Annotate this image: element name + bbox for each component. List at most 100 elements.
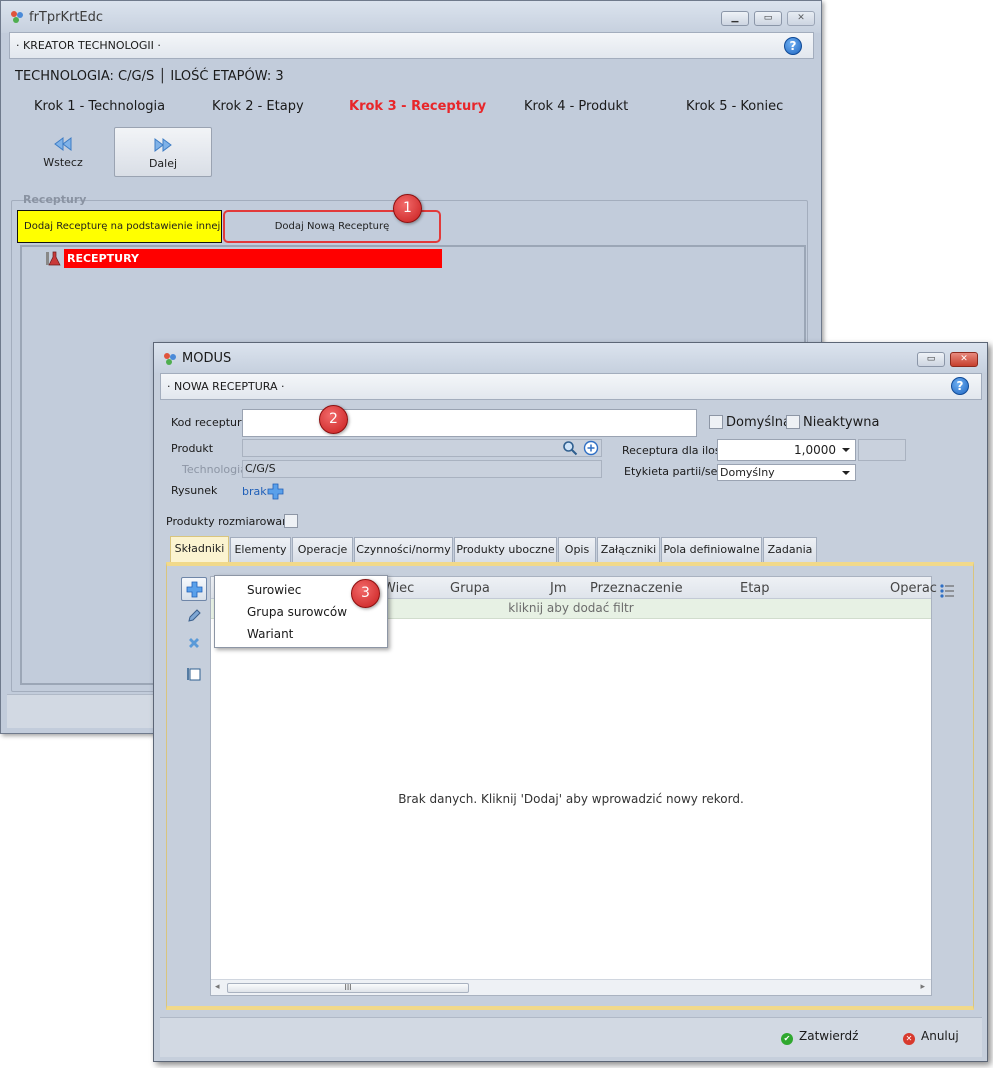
- dialog-help-icon[interactable]: ?: [951, 377, 969, 395]
- domyslna-checkbox[interactable]: [709, 415, 723, 429]
- callout-3: 3: [351, 579, 380, 608]
- add-circle-icon[interactable]: [583, 440, 599, 456]
- search-icon[interactable]: [562, 440, 578, 456]
- confirm-label: Zatwierdź: [799, 1029, 859, 1043]
- wizard-header-label: · KREATOR TECHNOLOGII ·: [16, 39, 161, 52]
- col-header-przeznaczenie[interactable]: Przeznaczenie: [590, 581, 683, 596]
- kod-label: Kod receptury: [171, 416, 249, 429]
- horizontal-scrollbar[interactable]: ◂ III ▸: [211, 979, 931, 995]
- check-icon: ✔: [781, 1033, 793, 1045]
- produkt-label: Produkt: [171, 442, 214, 455]
- dialog-header-label: · NOWA RECEPTURA ·: [167, 380, 285, 393]
- step-5[interactable]: Krok 5 - Koniec: [686, 99, 783, 114]
- unit-field: [858, 439, 906, 461]
- cancel-label: Anuluj: [921, 1029, 959, 1043]
- confirm-button[interactable]: ✔ Zatwierdź: [781, 1029, 858, 1045]
- recipe-dialog: MODUS ▭ ✕ · NOWA RECEPTURA · ? Kod recep…: [153, 342, 988, 1062]
- receptury-group-label: Receptury: [23, 193, 87, 206]
- tab-opis[interactable]: Opis: [558, 537, 596, 563]
- main-window-title: frTprKrtEdc: [29, 10, 104, 25]
- tab-zalaczniki[interactable]: Załączniki: [597, 537, 660, 563]
- empty-grid-message: Brak danych. Kliknij 'Dodaj' aby wprowad…: [398, 792, 744, 806]
- rozmiarowane-checkbox[interactable]: [284, 514, 298, 528]
- callout-2: 2: [319, 405, 348, 434]
- tab-czynnosci[interactable]: Czynności/normy: [354, 537, 453, 563]
- cancel-icon: ✕: [903, 1033, 915, 1045]
- nieaktywna-label: Nieaktywna: [803, 415, 880, 430]
- step-1[interactable]: Krok 1 - Technologia: [34, 99, 165, 114]
- back-button-label: Wstecz: [43, 156, 83, 169]
- help-icon[interactable]: ?: [784, 37, 802, 55]
- delete-x-icon: [189, 638, 199, 648]
- add-icon: [186, 581, 202, 598]
- tab-skladniki[interactable]: Składniki: [170, 536, 229, 564]
- scroll-thumb[interactable]: III: [227, 983, 469, 993]
- chevron-down-icon[interactable]: [842, 471, 850, 475]
- step-3[interactable]: Krok 3 - Receptury: [349, 99, 486, 114]
- cancel-button[interactable]: ✕ Anuluj: [903, 1029, 959, 1045]
- tab-operacje[interactable]: Operacje: [292, 537, 353, 563]
- dialog-footer: ✔ Zatwierdź ✕ Anuluj: [160, 1017, 982, 1057]
- nieaktywna-checkbox[interactable]: [786, 415, 800, 429]
- app-logo-icon: [11, 11, 23, 23]
- receptura-ilosc-label: Receptura dla ilości: [622, 444, 730, 457]
- minimize-button[interactable]: ▁: [721, 11, 749, 26]
- add-button[interactable]: [181, 577, 207, 601]
- produkt-input[interactable]: [242, 439, 602, 457]
- chevron-down-icon[interactable]: [842, 448, 850, 452]
- close-button[interactable]: ✕: [787, 11, 815, 26]
- scroll-right-icon[interactable]: ▸: [920, 982, 925, 992]
- step-4[interactable]: Krok 4 - Produkt: [524, 99, 628, 114]
- rysunek-label: Rysunek: [171, 484, 218, 497]
- technologia-label: Technologia: [182, 463, 247, 476]
- app-logo-icon: [164, 353, 176, 365]
- edit-button[interactable]: [181, 605, 207, 629]
- callout-1: 1: [393, 194, 422, 223]
- col-header-operacje[interactable]: Operac: [890, 581, 937, 596]
- column-chooser-icon: [187, 668, 201, 681]
- add-based-on-recipe-button[interactable]: Dodaj Recepturę na podstawienie innej: [17, 210, 222, 243]
- delete-button[interactable]: [181, 633, 207, 657]
- domyslna-label: Domyślna: [726, 415, 791, 430]
- rysunek-link[interactable]: brak: [242, 485, 267, 498]
- menu-item-surowiec[interactable]: Surowiec: [247, 583, 301, 597]
- tab-produkty-uboczne[interactable]: Produkty uboczne: [454, 537, 557, 563]
- back-arrow-icon: [54, 137, 72, 151]
- recipe-flask-icon: [46, 251, 61, 266]
- next-arrow-icon: [154, 138, 172, 152]
- scroll-left-icon[interactable]: ◂: [215, 982, 220, 992]
- dialog-restore-button[interactable]: ▭: [917, 352, 945, 367]
- tree-root-row[interactable]: RECEPTURY: [24, 249, 442, 268]
- menu-item-grupa-surowcow[interactable]: Grupa surowców: [247, 605, 347, 619]
- etykieta-select[interactable]: Domyślny: [717, 464, 856, 481]
- rozmiarowane-label: Produkty rozmiarowane: [166, 515, 296, 528]
- dialog-header: · NOWA RECEPTURA · ?: [160, 373, 982, 400]
- dialog-titlebar[interactable]: MODUS ▭ ✕: [154, 343, 987, 373]
- dialog-close-button[interactable]: ✕: [950, 352, 978, 367]
- column-chooser-button[interactable]: [181, 663, 207, 687]
- tree-root-label: RECEPTURY: [64, 249, 442, 268]
- menu-item-wariant[interactable]: Wariant: [247, 627, 293, 641]
- main-window-titlebar[interactable]: frTprKrtEdc ▁ ▭ ✕: [1, 1, 821, 33]
- tab-zadania[interactable]: Zadania: [763, 537, 817, 563]
- tab-pola-definiowalne[interactable]: Pola definiowalne: [661, 537, 762, 563]
- pencil-icon: [188, 609, 201, 622]
- column-list-icon[interactable]: [939, 583, 955, 599]
- col-header-etap[interactable]: Etap: [740, 581, 770, 596]
- maximize-button[interactable]: ▭: [754, 11, 782, 26]
- technologia-input: C/G/S: [242, 460, 602, 478]
- back-button[interactable]: Wstecz: [14, 127, 112, 177]
- col-header-grupa[interactable]: Grupa: [450, 581, 490, 596]
- step-2[interactable]: Krok 2 - Etapy: [212, 99, 304, 114]
- next-button-label: Dalej: [148, 157, 178, 170]
- kod-input[interactable]: [242, 409, 697, 437]
- dialog-title: MODUS: [182, 351, 232, 366]
- next-button[interactable]: Dalej: [114, 127, 212, 177]
- wizard-header: · KREATOR TECHNOLOGII · ?: [9, 32, 814, 59]
- col-header-jm[interactable]: Jm: [550, 581, 567, 596]
- receptura-ilosc-input[interactable]: 1,0000: [717, 439, 856, 461]
- technology-info: TECHNOLOGIA: C/G/S │ ILOŚĆ ETAPÓW: 3: [15, 69, 284, 84]
- etykieta-label: Etykieta partii/serii: [624, 465, 729, 478]
- add-drawing-icon[interactable]: [267, 483, 284, 500]
- tab-elementy[interactable]: Elementy: [230, 537, 291, 563]
